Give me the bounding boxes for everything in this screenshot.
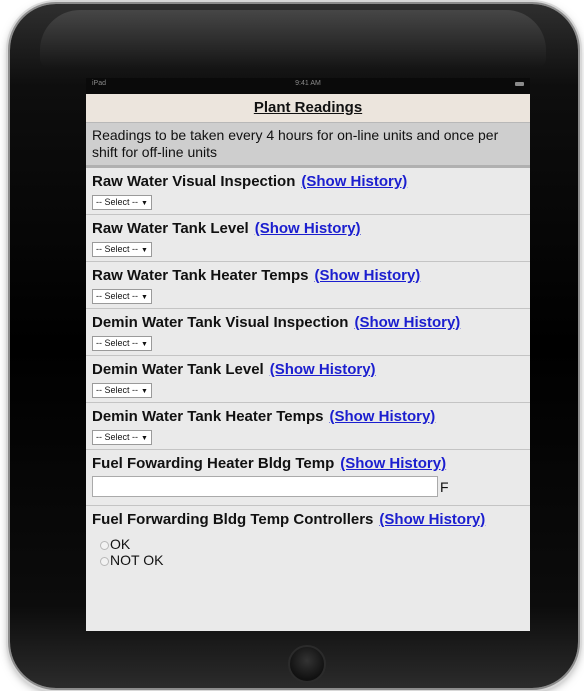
show-history-link[interactable]: (Show History) bbox=[301, 173, 407, 190]
page-title: Plant Readings bbox=[253, 99, 363, 116]
status-time: 9:41 AM bbox=[295, 80, 321, 87]
reading-select[interactable]: -- Select -- ▼ bbox=[92, 289, 152, 304]
dropdown-arrow-icon: ▼ bbox=[141, 435, 148, 442]
reading-select[interactable]: -- Select -- ▼ bbox=[92, 242, 152, 257]
dropdown-arrow-icon: ▼ bbox=[141, 341, 148, 348]
tablet-screen: iPad 9:41 AM Plant Readings Readings to … bbox=[86, 78, 530, 631]
dropdown-arrow-icon: ▼ bbox=[141, 200, 148, 207]
show-history-link[interactable]: (Show History) bbox=[329, 408, 435, 425]
reading-demin-water-tank-level: Demin Water Tank Level (Show History) -- … bbox=[86, 356, 530, 403]
reading-demin-water-tank-visual-inspection: Demin Water Tank Visual Inspection (Show … bbox=[86, 309, 530, 356]
status-bar: iPad 9:41 AM bbox=[86, 78, 530, 90]
radio-label: OK bbox=[110, 536, 131, 552]
show-history-link[interactable]: (Show History) bbox=[379, 511, 485, 528]
home-button[interactable] bbox=[288, 645, 326, 683]
radio-option-ok[interactable]: OK bbox=[100, 536, 524, 552]
reading-select[interactable]: -- Select -- ▼ bbox=[92, 430, 152, 445]
select-value: -- Select -- bbox=[96, 432, 139, 442]
show-history-link[interactable]: (Show History) bbox=[354, 314, 460, 331]
show-history-link[interactable]: (Show History) bbox=[314, 267, 420, 284]
unit-label: F bbox=[440, 479, 449, 495]
tablet-highlight bbox=[40, 10, 546, 68]
reading-label: Fuel Fowarding Heater Bldg Temp bbox=[92, 455, 335, 472]
select-value: -- Select -- bbox=[96, 197, 139, 207]
select-value: -- Select -- bbox=[96, 338, 139, 348]
temperature-input[interactable] bbox=[92, 476, 438, 497]
dropdown-arrow-icon: ▼ bbox=[141, 247, 148, 254]
select-value: -- Select -- bbox=[96, 291, 139, 301]
dropdown-arrow-icon: ▼ bbox=[141, 294, 148, 301]
reading-select[interactable]: -- Select -- ▼ bbox=[92, 383, 152, 398]
show-history-link[interactable]: (Show History) bbox=[340, 455, 446, 472]
title-bar: Plant Readings bbox=[86, 94, 530, 123]
reading-label: Demin Water Tank Visual Inspection bbox=[92, 314, 349, 331]
show-history-link[interactable]: (Show History) bbox=[255, 220, 361, 237]
reading-demin-water-tank-heater-temps: Demin Water Tank Heater Temps (Show Histo… bbox=[86, 403, 530, 450]
reading-raw-water-visual-inspection: Raw Water Visual Inspection (Show History… bbox=[86, 168, 530, 215]
battery-icon bbox=[515, 82, 524, 86]
reading-select[interactable]: -- Select -- ▼ bbox=[92, 336, 152, 351]
dropdown-arrow-icon: ▼ bbox=[141, 388, 148, 395]
instructions-notice: Readings to be taken every 4 hours for o… bbox=[86, 123, 530, 168]
reading-fuel-forwarding-heater-bldg-temp: Fuel Fowarding Heater Bldg Temp (Show His… bbox=[86, 450, 530, 506]
reading-label: Raw Water Tank Heater Temps bbox=[92, 267, 309, 284]
reading-raw-water-tank-level: Raw Water Tank Level (Show History) -- Se… bbox=[86, 215, 530, 262]
reading-fuel-forwarding-bldg-temp-controllers: Fuel Forwarding Bldg Temp Controllers (Sh… bbox=[86, 506, 530, 596]
reading-label: Raw Water Visual Inspection bbox=[92, 173, 296, 190]
tablet-frame: iPad 9:41 AM Plant Readings Readings to … bbox=[10, 4, 578, 688]
reading-label: Demin Water Tank Heater Temps bbox=[92, 408, 324, 425]
plant-readings-page: Plant Readings Readings to be taken ever… bbox=[86, 94, 530, 631]
reading-raw-water-tank-heater-temps: Raw Water Tank Heater Temps (Show History… bbox=[86, 262, 530, 309]
radio-label: NOT OK bbox=[110, 552, 164, 568]
reading-label: Demin Water Tank Level bbox=[92, 361, 264, 378]
select-value: -- Select -- bbox=[96, 244, 139, 254]
reading-label: Fuel Forwarding Bldg Temp Controllers bbox=[92, 511, 374, 528]
radio-option-not-ok[interactable]: NOT OK bbox=[100, 552, 524, 568]
show-history-link[interactable]: (Show History) bbox=[270, 361, 376, 378]
reading-label: Raw Water Tank Level bbox=[92, 220, 249, 237]
select-value: -- Select -- bbox=[96, 385, 139, 395]
radio-button[interactable] bbox=[100, 540, 109, 550]
radio-button[interactable] bbox=[100, 556, 109, 566]
reading-select[interactable]: -- Select -- ▼ bbox=[92, 195, 152, 210]
